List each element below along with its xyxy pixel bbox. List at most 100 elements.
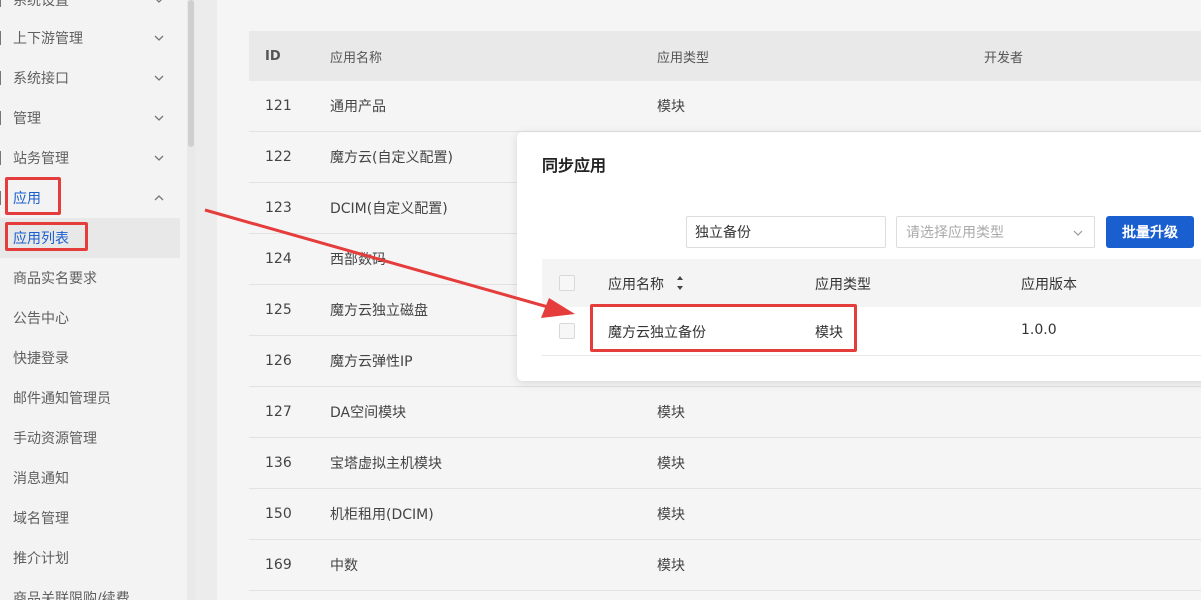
sidebar-item[interactable]: 应用 [0,178,180,218]
cell-type: 模块 [657,507,685,523]
row-app-type: 模块 [815,325,843,341]
sync-app-modal: 同步应用 请选择应用类型 批量升级 应用名称 应用类型 应用版本 魔方云独立备份… [517,132,1201,381]
sidebar: 系统设置上下游管理系统接口管理站务管理应用应用列表商品实名要求 公告中心快捷登录邮… [0,0,187,600]
sidebar-item-label: 系统接口 [13,71,69,87]
cell-name: DA空间模块 [330,405,407,421]
cell-id: 126 [265,353,292,369]
app-type-select[interactable]: 请选择应用类型 [896,216,1095,248]
cell-id: 124 [265,251,292,267]
table-row[interactable]: 150 机柜租用(DCIM) 模块 [249,489,1201,540]
cell-id: 169 [265,557,292,573]
menu-bullet-icon [0,151,4,165]
row-checkbox[interactable] [559,323,575,339]
gutter [195,0,217,600]
sidebar-item-label: 应用 [13,191,41,207]
sidebar-item[interactable]: 应用列表 [0,218,180,258]
sidebar-item-label: 手动资源管理 [13,431,97,447]
sidebar-item[interactable]: 商品关联限购/续费 [0,578,180,600]
header-name: 应用名称 [330,50,383,66]
chevron-down-icon [154,75,164,81]
sidebar-item-label: 应用列表 [13,231,69,247]
chevron-down-icon [1073,230,1083,236]
table-header: ID 应用名称 应用类型 开发者 [249,31,1201,81]
cell-type: 模块 [657,405,685,421]
header-type: 应用类型 [657,50,710,66]
row-app-version: 1.0.0 [1021,322,1057,338]
header-developer: 开发者 [984,50,1024,66]
cell-id: 122 [265,149,292,165]
batch-upgrade-button[interactable]: 批量升级 [1106,216,1194,248]
sidebar-item[interactable]: 站务管理 [0,138,180,178]
cell-name: 魔方云独立磁盘 [330,303,428,319]
sidebar-item-label: 上下游管理 [13,31,83,47]
search-input[interactable] [686,216,886,248]
cell-name: DCIM(自定义配置) [330,201,448,217]
menu-bullet-icon [0,191,4,205]
cell-name: 魔方云弹性IP [330,354,413,370]
sidebar-item[interactable]: 域名管理 [0,498,180,538]
chevron-down-icon [154,115,164,121]
menu-bullet-icon [0,31,4,45]
header-id: ID [265,48,281,64]
sidebar-item[interactable]: 上下游管理 [0,18,180,58]
cell-id: 150 [265,506,292,522]
sidebar-item[interactable]: 商品实名要求 [0,258,180,298]
sidebar-item-label: 公告中心 [13,311,69,327]
cell-name: 中数 [330,558,358,574]
cell-id: 127 [265,404,292,420]
menu-bullet-icon [0,0,4,7]
sidebar-item-label: 邮件通知管理员 [13,391,111,407]
sidebar-item-label: 系统设置 [13,0,69,9]
modal-header-name: 应用名称 [608,277,664,293]
menu-bullet-icon [0,71,4,85]
cell-id: 123 [265,200,292,216]
sidebar-item[interactable]: 消息通知 [0,458,180,498]
cell-name: 魔方云(自定义配置) [330,150,453,166]
sidebar-scrollbar-thumb[interactable] [188,0,194,147]
chevron-down-icon [154,155,164,161]
modal-header-type: 应用类型 [815,277,871,293]
modal-title: 同步应用 [542,156,607,175]
sort-icon[interactable] [675,274,685,292]
sidebar-item[interactable]: 手动资源管理 [0,418,180,458]
cell-type: 模块 [657,558,685,574]
chevron-down-icon [156,0,162,3]
sidebar-item[interactable]: 管理 [0,98,180,138]
sidebar-item[interactable]: 系统接口 [0,58,180,98]
cell-id: 121 [265,98,292,114]
sidebar-item-label: 商品关联限购/续费 [13,591,130,600]
cell-type: 模块 [657,99,685,115]
app-type-placeholder: 请选择应用类型 [906,225,1004,241]
select-all-checkbox[interactable] [559,275,575,291]
menu-bullet-icon [0,111,4,125]
chevron-up-icon [154,195,164,201]
modal-table-header: 应用名称 应用类型 应用版本 [542,259,1201,307]
sidebar-item-label: 管理 [13,111,41,127]
table-row[interactable]: 136 宝塔虚拟主机模块 模块 [249,438,1201,489]
table-row[interactable]: 121 通用产品 模块 [249,81,1201,132]
sidebar-item-label: 商品实名要求 [13,271,97,287]
sidebar-item[interactable]: 快捷登录 [0,338,180,378]
cell-name: 机柜租用(DCIM) [330,507,434,523]
sidebar-item[interactable]: 邮件通知管理员 [0,378,180,418]
cell-name: 宝塔虚拟主机模块 [330,456,442,472]
table-row[interactable]: 169 中数 模块 [249,540,1201,591]
row-app-name: 魔方云独立备份 [608,325,706,341]
sidebar-item-label: 站务管理 [13,151,69,167]
sidebar-item-label: 域名管理 [13,511,69,527]
sidebar-item-label: 推介计划 [13,551,69,567]
modal-header-version: 应用版本 [1021,277,1077,293]
table-row[interactable]: 127 DA空间模块 模块 [249,387,1201,438]
cell-id: 136 [265,455,292,471]
sidebar-item[interactable]: 公告中心 [0,298,180,338]
sidebar-item-label: 快捷登录 [13,351,69,367]
chevron-down-icon [154,35,164,41]
sidebar-item-label: 消息通知 [13,471,69,487]
cell-name: 西部数码 [330,252,386,268]
cell-type: 模块 [657,456,685,472]
sidebar-item[interactable]: 推介计划 [0,538,180,578]
table-row[interactable]: 魔方云独立备份 模块 1.0.0 [542,307,1201,356]
sidebar-item[interactable]: 系统设置 [0,0,180,20]
cell-id: 125 [265,302,292,318]
cell-name: 通用产品 [330,99,386,115]
